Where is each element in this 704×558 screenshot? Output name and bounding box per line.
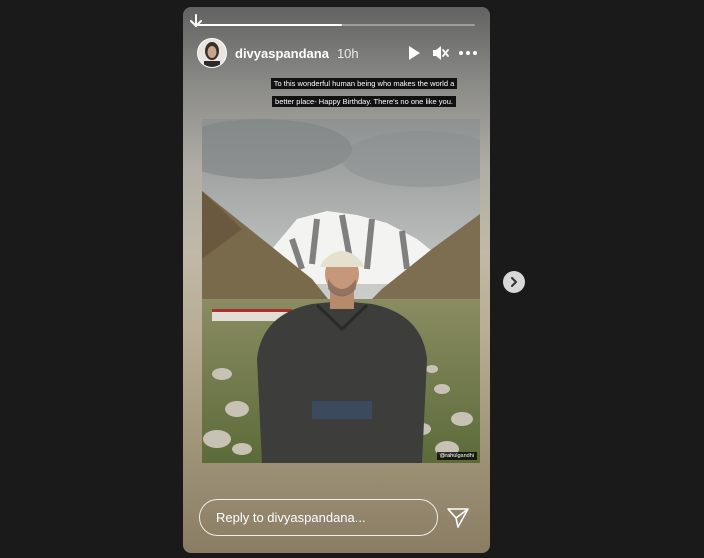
- chevron-right-icon: [511, 277, 517, 287]
- more-options-icon: [459, 51, 477, 55]
- story-photo: @rahulgandhi: [202, 119, 480, 463]
- story-progress-bar: [197, 24, 475, 26]
- play-button[interactable]: [403, 42, 425, 64]
- more-options-button[interactable]: [457, 42, 479, 64]
- mute-button[interactable]: [430, 42, 452, 64]
- reply-placeholder: Reply to divyaspandana...: [216, 510, 366, 525]
- story-caption: To this wonderful human being who makes …: [269, 73, 459, 109]
- timestamp: 10h: [336, 45, 359, 61]
- send-icon[interactable]: [446, 506, 470, 530]
- photo-credit-tag[interactable]: @rahulgandhi: [436, 452, 477, 460]
- caption-text: To this wonderful human being who makes …: [270, 78, 458, 107]
- username[interactable]: divyaspandana: [235, 46, 329, 61]
- story-controls: [398, 42, 479, 64]
- mute-icon: [433, 46, 449, 60]
- play-icon: [409, 46, 420, 60]
- cursor-icon: [190, 14, 202, 28]
- story-progress-fill: [197, 24, 342, 26]
- avatar[interactable]: [197, 38, 227, 68]
- story-header: divyaspandana 10h: [197, 38, 479, 68]
- story-viewer: divyaspandana 10h To this wonderful huma…: [183, 7, 490, 553]
- reply-input[interactable]: Reply to divyaspandana...: [199, 499, 438, 536]
- next-story-button[interactable]: [503, 271, 525, 293]
